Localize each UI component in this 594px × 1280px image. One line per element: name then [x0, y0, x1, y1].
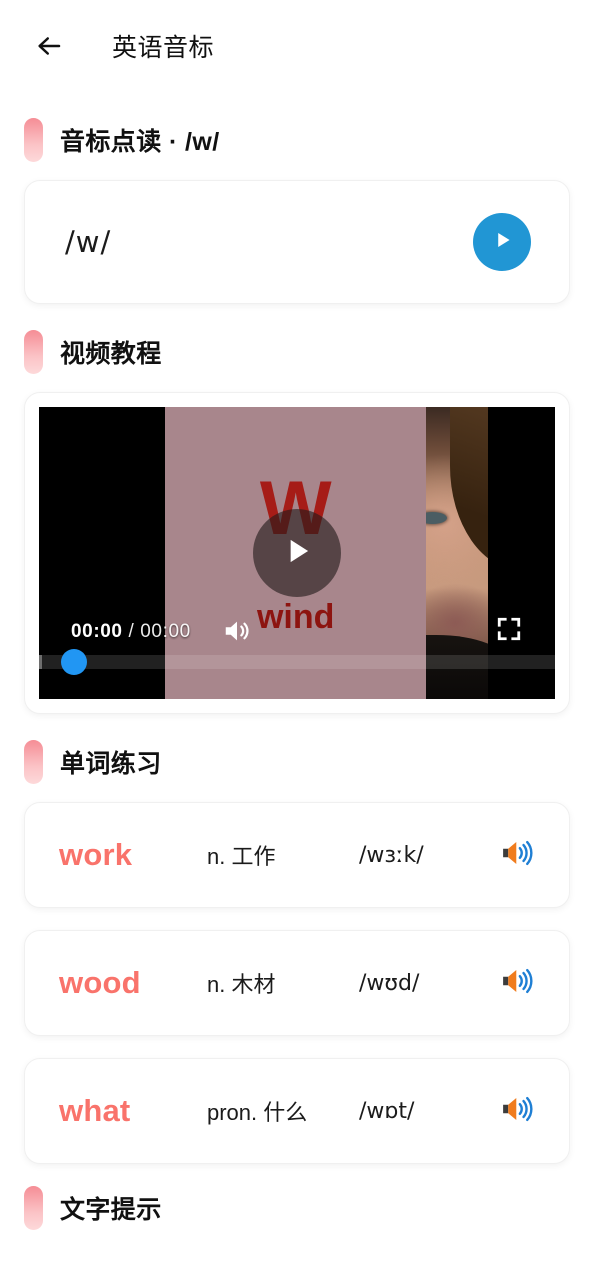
- section-title-text-tips: 文字提示: [60, 1196, 162, 1224]
- volume-icon: [500, 836, 534, 875]
- video-volume-button[interactable]: [217, 613, 257, 653]
- section-accent-bar: [24, 740, 43, 784]
- volume-icon: [222, 616, 252, 651]
- page-title: 英语音标: [112, 34, 215, 62]
- video-time-separator: /: [122, 621, 141, 642]
- word-play-button[interactable]: [495, 833, 539, 877]
- word-phonetic: /wɜːk/: [359, 842, 424, 868]
- section-header-video-tutorial: 视频教程: [0, 330, 594, 374]
- video-progress-fill: [39, 655, 42, 669]
- word-term: wood: [59, 965, 141, 1000]
- fullscreen-icon: [496, 616, 522, 647]
- word-phonetic: /wɒt/: [359, 1098, 415, 1124]
- section-title-word-practice: 单词练习: [60, 750, 162, 778]
- section-accent-bar: [24, 1186, 43, 1230]
- word-card[interactable]: what pron. 什么 /wɒt/: [24, 1058, 570, 1164]
- word-phonetic: /wʊd/: [359, 970, 420, 996]
- word-card[interactable]: work n. 工作 /wɜːk/: [24, 802, 570, 908]
- section-title-video-tutorial: 视频教程: [60, 340, 162, 368]
- section-title-phonetic-read: 音标点读 · /w/: [60, 128, 220, 156]
- section-header-word-practice: 单词练习: [0, 740, 594, 784]
- word-play-button[interactable]: [495, 1089, 539, 1133]
- video-current-time: 00:00: [71, 621, 123, 642]
- back-button[interactable]: [28, 25, 70, 67]
- volume-icon: [500, 1092, 534, 1131]
- volume-icon: [500, 964, 534, 1003]
- section-accent-bar: [24, 330, 43, 374]
- word-term: work: [59, 837, 133, 872]
- video-progress-bar[interactable]: [39, 655, 555, 669]
- phonetic-play-button[interactable]: [473, 213, 531, 271]
- section-header-text-tips: 文字提示: [0, 1186, 594, 1230]
- phonetic-read-card[interactable]: /w/: [24, 180, 570, 304]
- phonetic-symbol: /w/: [65, 225, 112, 259]
- video-duration: 00:00: [140, 621, 191, 642]
- video-player[interactable]: W wind 00:00 / 00:00: [39, 407, 555, 699]
- video-controls-bar: 00:00 / 00:00: [39, 603, 555, 699]
- section-header-phonetic-read: 音标点读 · /w/: [0, 118, 594, 162]
- app-bar: 英语音标: [0, 0, 594, 92]
- word-play-button[interactable]: [495, 961, 539, 1005]
- arrow-left-icon: [34, 31, 64, 61]
- word-meaning: n. 工作: [207, 844, 276, 869]
- word-meaning: n. 木材: [207, 972, 276, 997]
- play-icon: [278, 532, 316, 575]
- video-scrubber-handle[interactable]: [61, 649, 87, 675]
- play-icon: [489, 227, 515, 258]
- word-term: what: [59, 1093, 131, 1128]
- word-card[interactable]: wood n. 木材 /wʊd/: [24, 930, 570, 1036]
- word-meaning: pron. 什么: [207, 1100, 308, 1125]
- video-fullscreen-button[interactable]: [491, 613, 527, 649]
- section-accent-bar: [24, 118, 43, 162]
- video-play-overlay-button[interactable]: [253, 509, 341, 597]
- video-tutorial-card: W wind 00:00 / 00:00: [24, 392, 570, 714]
- phonetics-detail-screen: 英语音标 音标点读 · /w/ /w/ 视频教程 wind 00:00 / 00…: [0, 0, 594, 1280]
- video-time-display: 00:00 / 00:00: [71, 621, 191, 643]
